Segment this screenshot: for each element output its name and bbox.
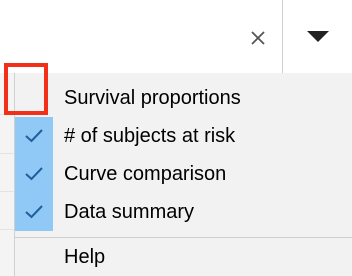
menu-item-help[interactable]: Help (15, 238, 352, 276)
checkmark-icon (15, 155, 53, 193)
menu-item-label: # of subjects at risk (64, 125, 236, 147)
panel-row-line (0, 191, 14, 192)
menu-item-label: Survival proportions (64, 87, 241, 109)
menu-item-data-summary[interactable]: Data summary (15, 193, 352, 231)
dropdown-button[interactable] (282, 0, 352, 73)
panel-row-line (0, 114, 14, 115)
menu-item-label: Data summary (64, 201, 195, 223)
background-panel-edge (0, 73, 15, 276)
checkmark-icon (15, 193, 53, 231)
close-icon[interactable] (246, 26, 270, 50)
dropdown-menu: Survival proportions # of subjects at ri… (14, 73, 352, 276)
combo-field[interactable] (0, 0, 282, 73)
panel-row-line (0, 153, 14, 154)
combo-bar (0, 0, 352, 74)
app-stage: Survival proportions # of subjects at ri… (0, 0, 352, 276)
panel-row-line (0, 229, 14, 230)
menu-item-subjects-at-risk[interactable]: # of subjects at risk (15, 117, 352, 155)
menu-item-label: Help (64, 246, 106, 268)
caret-down-icon (307, 30, 329, 42)
menu-item-curve-comparison[interactable]: Curve comparison (15, 155, 352, 193)
menu-item-label: Curve comparison (64, 163, 227, 185)
menu-item-survival-proportions[interactable]: Survival proportions (15, 79, 352, 117)
checkmark-icon (15, 117, 53, 155)
check-slot (15, 79, 53, 117)
